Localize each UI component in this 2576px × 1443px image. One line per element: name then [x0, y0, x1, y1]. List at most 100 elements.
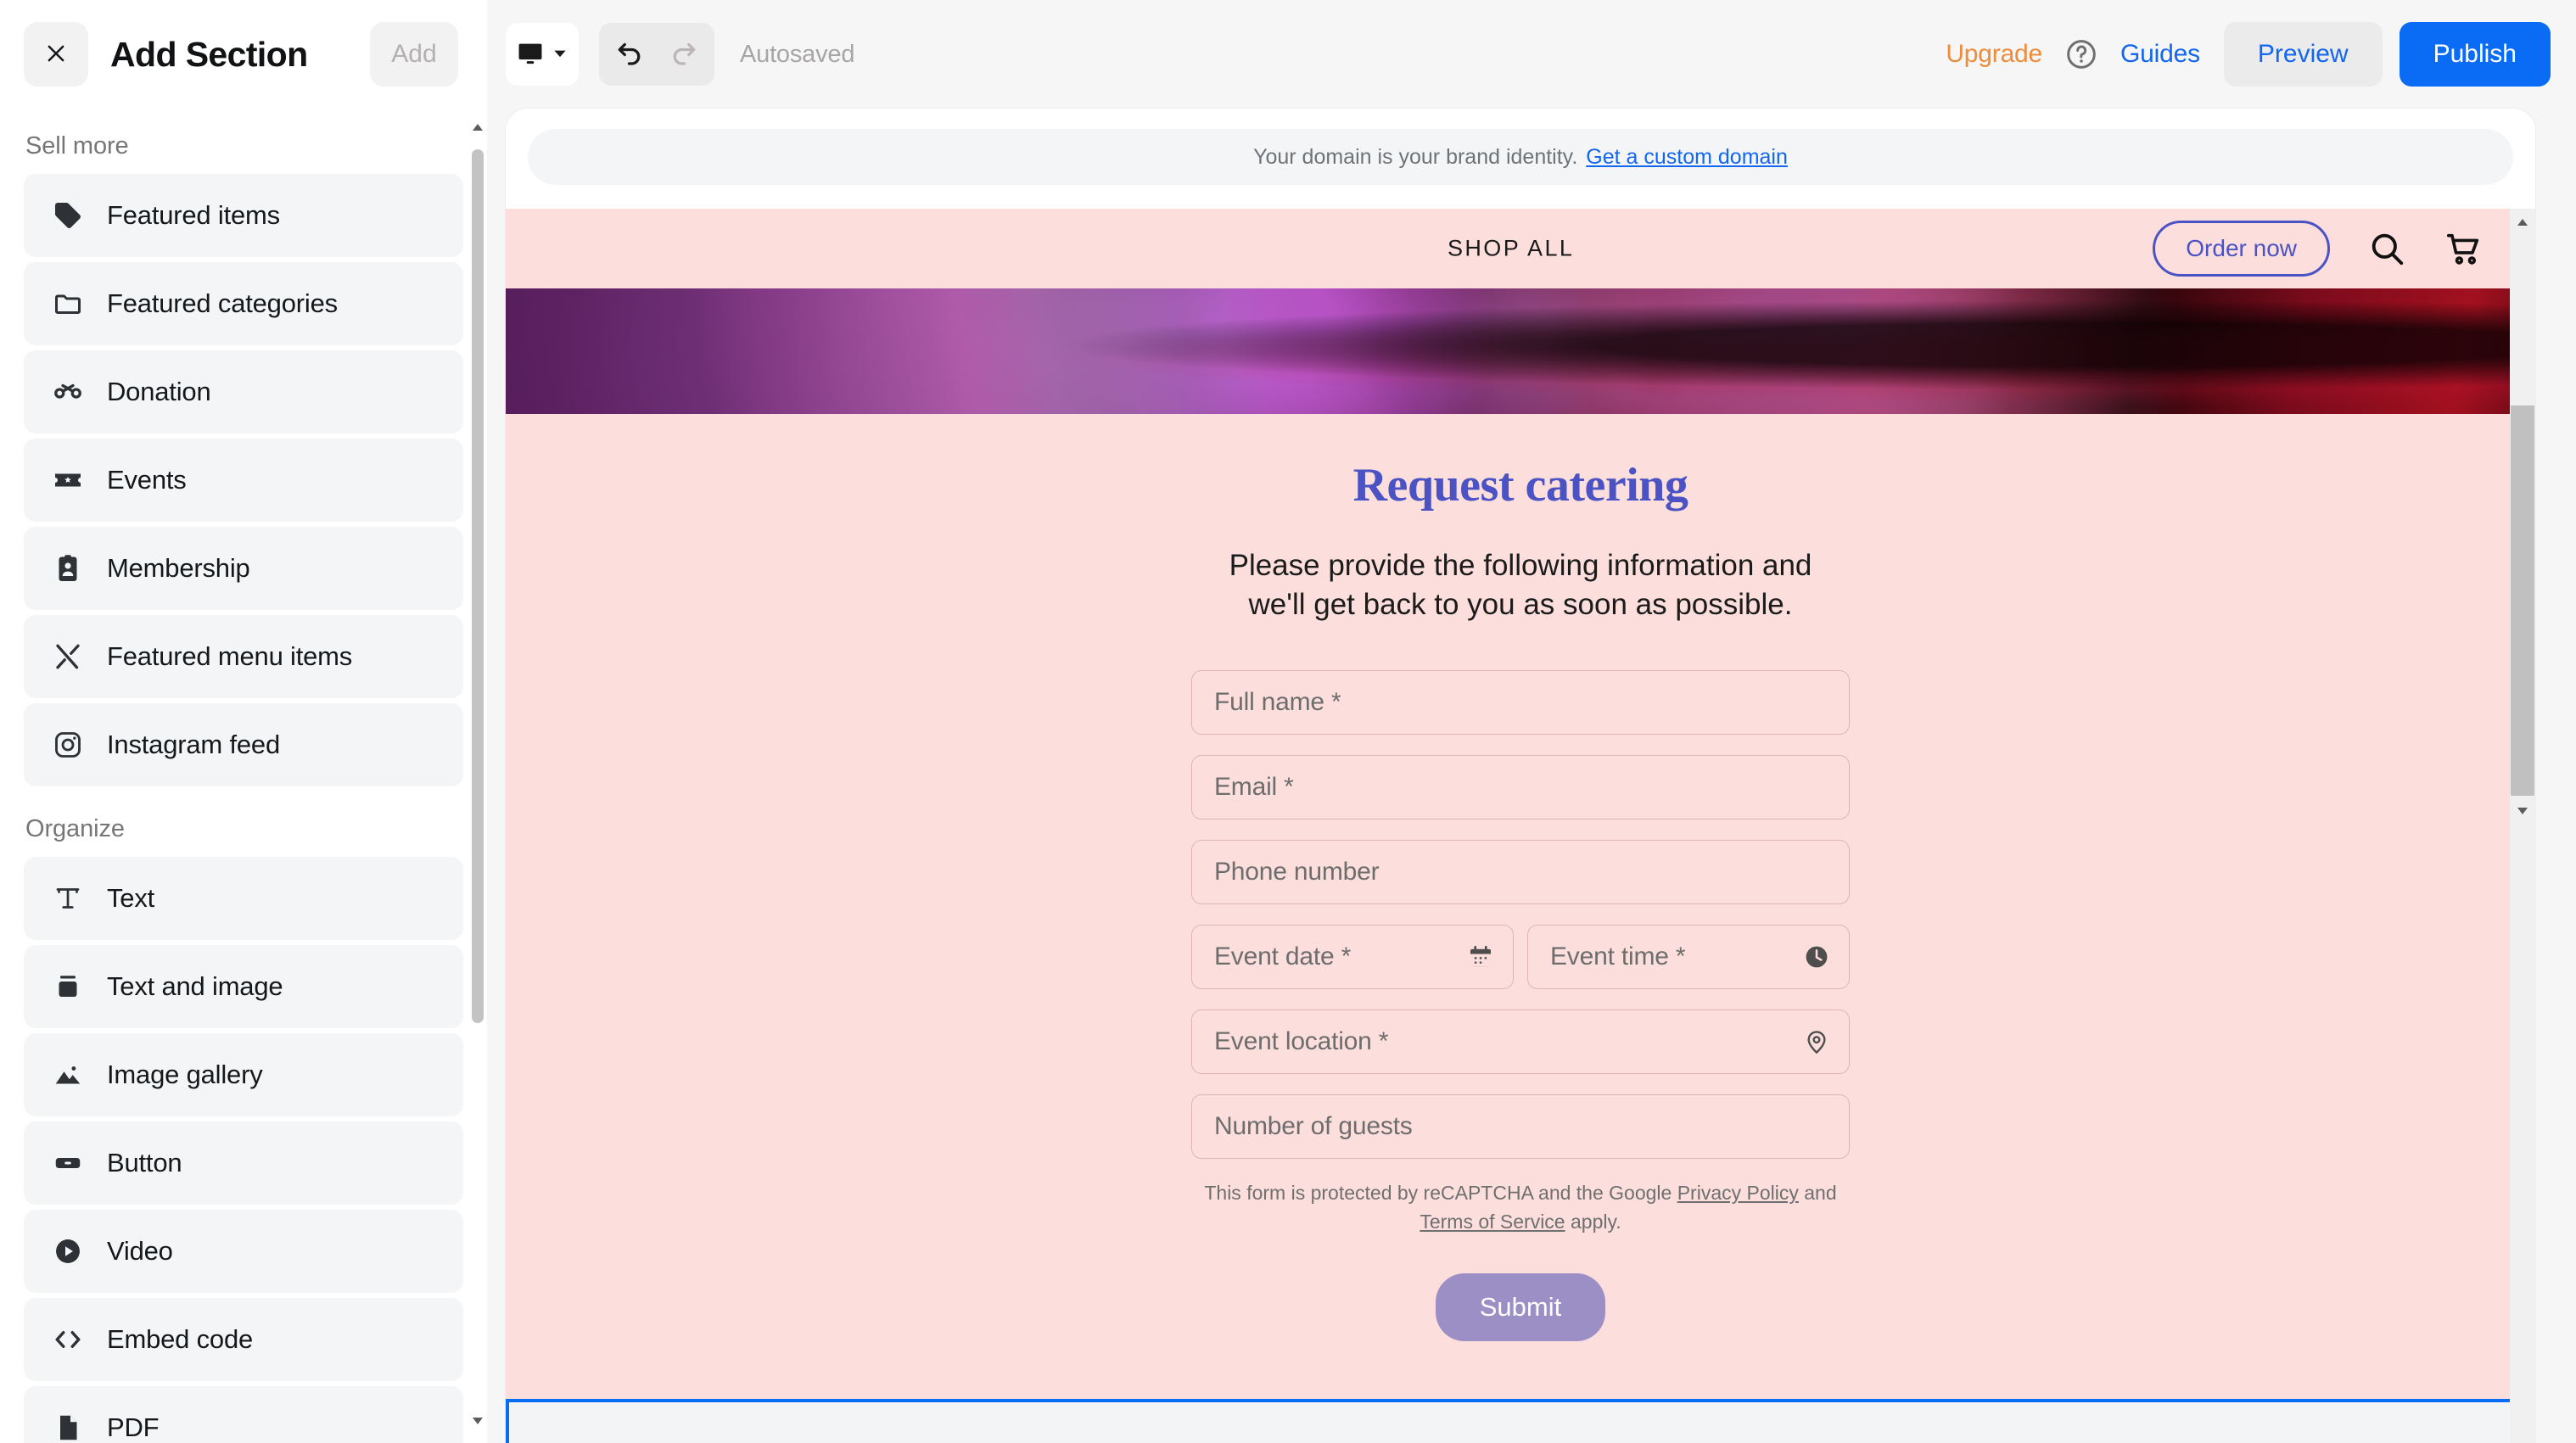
form-fields: Full name * Email * Phone number Event d: [1191, 670, 1850, 1160]
recaptcha-suffix: apply.: [1565, 1210, 1621, 1233]
guides-link[interactable]: Guides: [2120, 40, 2200, 69]
close-panel-button[interactable]: [24, 22, 88, 87]
sidebar-item-video[interactable]: Video: [24, 1210, 463, 1293]
group-label-organize: Organize: [25, 815, 125, 842]
toolbar-right-group: Upgrade Guides Preview Publish: [1946, 22, 2551, 87]
email-field[interactable]: Email *: [1191, 755, 1850, 820]
sidebar-item-text-and-image[interactable]: Text and image: [24, 945, 463, 1028]
terms-of-service-link[interactable]: Terms of Service: [1420, 1211, 1565, 1233]
add-button[interactable]: Add: [370, 22, 458, 87]
nav-shop-all[interactable]: SHOP ALL: [1448, 236, 1574, 262]
ticket-icon: [51, 463, 85, 497]
redo-button[interactable]: [657, 28, 709, 81]
sidebar-item-events[interactable]: Events: [24, 439, 463, 522]
submit-button[interactable]: Submit: [1435, 1273, 1606, 1342]
clock-icon[interactable]: [1803, 943, 1830, 970]
code-icon: [51, 1323, 85, 1356]
sidebar-item-featured-items[interactable]: Featured items: [24, 174, 463, 257]
sidebar-item-featured-menu-items[interactable]: Featured menu items: [24, 615, 463, 698]
sidebar-item-donation[interactable]: Donation: [24, 350, 463, 433]
sidebar-item-text[interactable]: Text: [24, 857, 463, 940]
sidebar-item-instagram-feed[interactable]: Instagram feed: [24, 703, 463, 786]
help-circle-icon[interactable]: [2064, 37, 2098, 71]
event-date-field[interactable]: Event date *: [1191, 925, 1514, 990]
event-time-field[interactable]: Event time *: [1527, 925, 1850, 990]
undo-button[interactable]: [604, 28, 657, 81]
sidebar-scrollbar-thumb[interactable]: [472, 149, 484, 1023]
text-and-image-icon: [51, 970, 85, 1004]
caret-down-icon[interactable]: [2517, 808, 2528, 814]
sidebar-item-label: Featured menu items: [107, 641, 353, 671]
sidebar-item-label: Image gallery: [107, 1060, 263, 1089]
undo-icon: [615, 38, 646, 71]
sidebar-item-label: Events: [107, 465, 187, 495]
monitor-icon: [516, 39, 545, 70]
selected-section-dropzone[interactable]: [506, 1399, 2535, 1443]
section-list: Sell more Featured items Featured catego…: [0, 109, 487, 1443]
tag-icon: [51, 199, 85, 232]
sidebar-item-label: Featured items: [107, 200, 280, 230]
site-canvas: Your domain is your brand identity. Get …: [506, 109, 2535, 1443]
preview-button[interactable]: Preview: [2223, 22, 2383, 87]
event-time-placeholder: Event time *: [1550, 942, 1686, 971]
shopping-cart-icon[interactable]: [2444, 229, 2483, 268]
sidebar-item-label: Button: [107, 1148, 182, 1177]
folder-icon: [51, 287, 85, 321]
editor-area: Autosaved Upgrade Guides Preview Publish…: [487, 0, 2576, 1443]
device-selector[interactable]: [506, 23, 579, 86]
site-header-actions: Order now: [2153, 221, 2483, 277]
sidebar-item-featured-categories[interactable]: Featured categories: [24, 262, 463, 345]
sidebar-item-label: PDF: [107, 1412, 160, 1442]
sidebar-item-membership[interactable]: Membership: [24, 527, 463, 610]
order-now-button[interactable]: Order now: [2153, 221, 2330, 277]
catering-form-section: Request catering Please provide the foll…: [506, 414, 2535, 1393]
redo-icon: [668, 38, 698, 71]
cutlery-icon: [51, 640, 85, 674]
get-custom-domain-link[interactable]: Get a custom domain: [1586, 145, 1788, 170]
recaptcha-middle: and: [1798, 1182, 1837, 1205]
form-title: Request catering: [1352, 459, 1688, 512]
recaptcha-notice: This form is protected by reCAPTCHA and …: [1194, 1179, 1847, 1236]
calendar-icon[interactable]: [1467, 943, 1494, 970]
sidebar-item-image-gallery[interactable]: Image gallery: [24, 1033, 463, 1116]
id-badge-icon: [51, 551, 85, 585]
recaptcha-prefix: This form is protected by reCAPTCHA and …: [1204, 1182, 1677, 1205]
privacy-policy-link[interactable]: Privacy Policy: [1677, 1182, 1799, 1204]
full-name-placeholder: Full name *: [1214, 688, 1341, 717]
map-pin-icon[interactable]: [1803, 1028, 1830, 1055]
site-header: SHOP ALL Order now: [506, 209, 2535, 288]
hero-banner-image: [506, 288, 2535, 414]
sidebar-scrollbar[interactable]: [468, 109, 487, 1443]
sidebar-item-label: Video: [107, 1236, 173, 1266]
phone-number-field[interactable]: Phone number: [1191, 840, 1850, 905]
sidebar-item-embed-code[interactable]: Embed code: [24, 1298, 463, 1381]
event-location-field[interactable]: Event location *: [1191, 1010, 1850, 1075]
group-label-sell-more: Sell more: [25, 132, 129, 159]
sidebar-item-label: Membership: [107, 553, 250, 583]
upgrade-link[interactable]: Upgrade: [1946, 40, 2042, 69]
phone-number-placeholder: Phone number: [1214, 858, 1380, 886]
number-of-guests-field[interactable]: Number of guests: [1191, 1094, 1850, 1160]
close-icon: [44, 42, 68, 68]
sidebar-item-label: Instagram feed: [107, 730, 280, 759]
site-preview: SHOP ALL Order now Request catering Plea…: [506, 209, 2535, 1443]
domain-banner-text: Your domain is your brand identity.: [1253, 144, 1578, 169]
sidebar-item-label: Featured categories: [107, 288, 338, 318]
canvas-scrollbar-thumb[interactable]: [2511, 405, 2534, 796]
text-icon: [51, 881, 85, 915]
caret-down-icon[interactable]: [473, 1418, 483, 1428]
add-section-panel: Add Section Add Sell more Featured items…: [0, 0, 487, 1443]
publish-button[interactable]: Publish: [2399, 22, 2551, 87]
email-placeholder: Email *: [1214, 773, 1294, 802]
sidebar-item-button[interactable]: Button: [24, 1121, 463, 1205]
full-name-field[interactable]: Full name *: [1191, 670, 1850, 735]
undo-redo-group: [599, 23, 714, 86]
search-icon[interactable]: [2367, 229, 2406, 268]
caret-up-icon[interactable]: [2517, 219, 2528, 226]
sidebar-item-pdf[interactable]: PDF: [24, 1386, 463, 1443]
image-gallery-icon: [51, 1058, 85, 1092]
button-icon: [51, 1146, 85, 1180]
canvas-scrollbar[interactable]: [2510, 209, 2535, 1443]
caret-up-icon[interactable]: [473, 124, 483, 134]
sidebar-item-label: Donation: [107, 377, 211, 406]
